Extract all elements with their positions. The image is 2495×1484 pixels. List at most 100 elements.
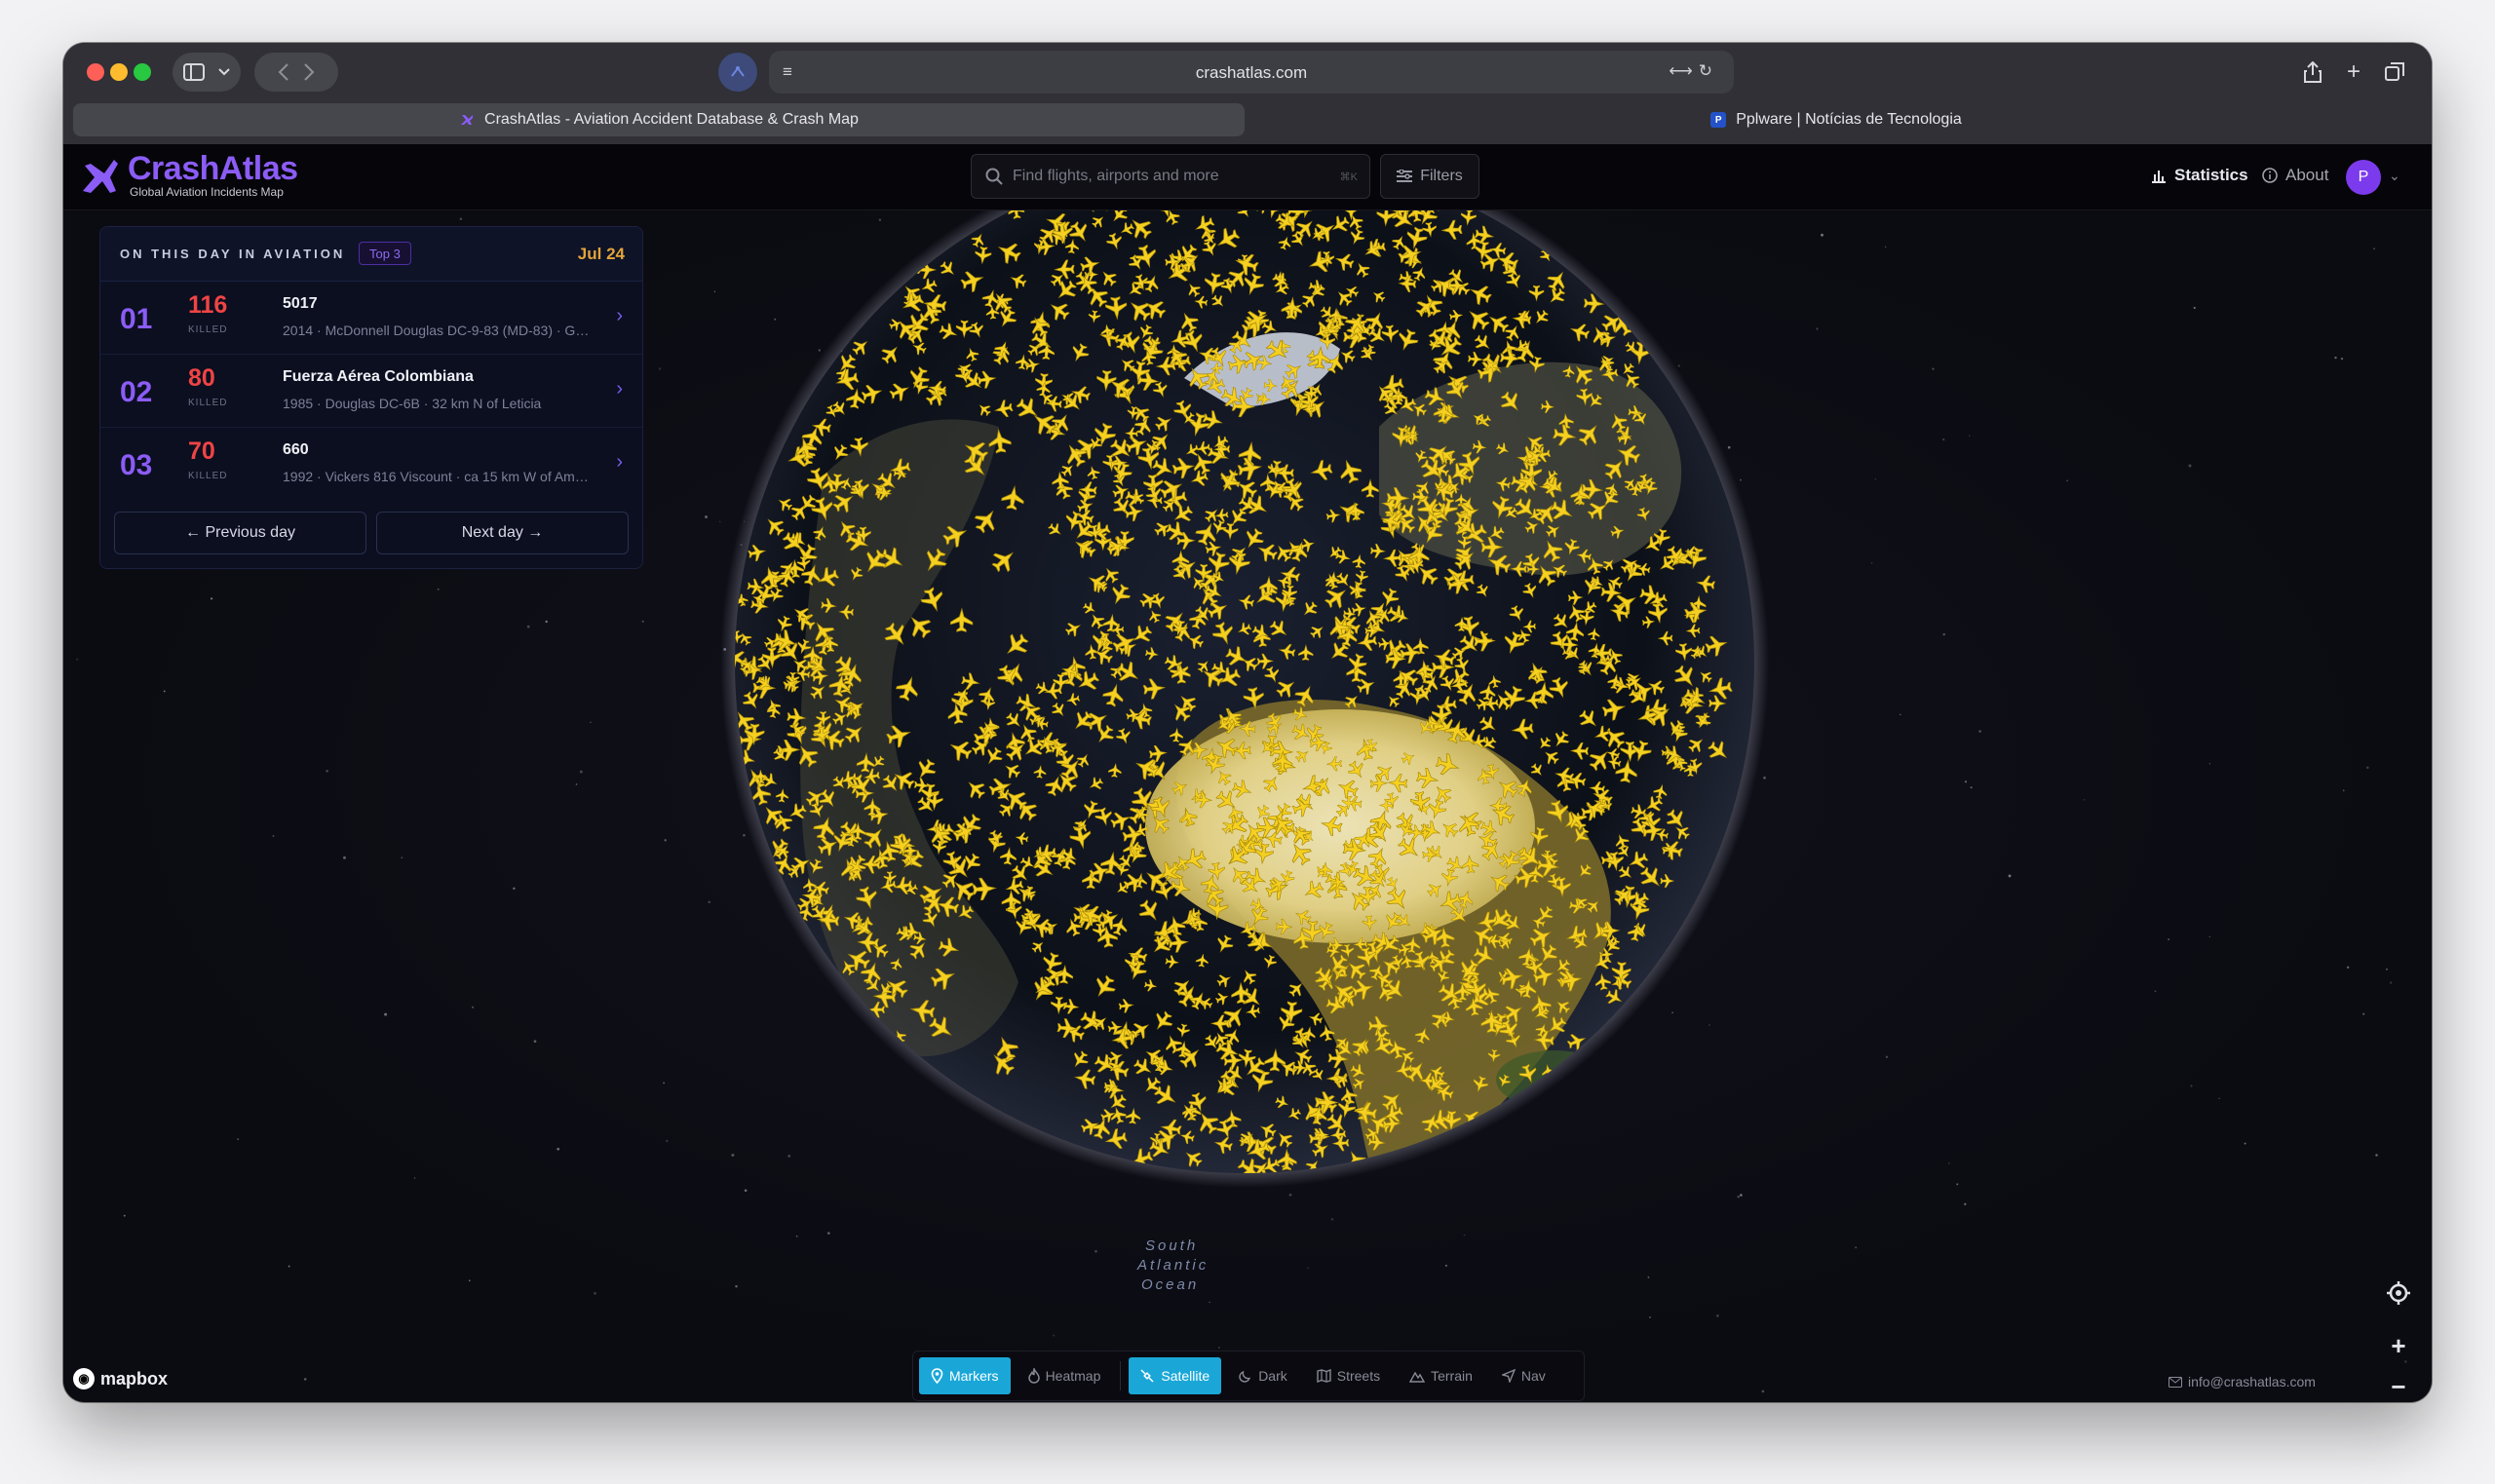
zoom-in-button[interactable]: + [2380, 1327, 2417, 1364]
satellite-label: Satellite [1161, 1368, 1210, 1384]
share-icon [2304, 61, 2322, 83]
mapbox-label: mapbox [100, 1368, 169, 1389]
crashatlas-logo[interactable]: CrashAtlas Global Aviation Incidents Map [79, 152, 298, 199]
about-label: About [2285, 166, 2329, 184]
zoom-out-button[interactable]: − [2380, 1368, 2417, 1402]
chevron-right-icon: › [616, 305, 623, 326]
navigation-arrow-icon [1501, 1369, 1516, 1383]
map-layer-bar: Markers Heatmap Satellite Dark Streets T… [912, 1351, 1585, 1401]
pplware-favicon-icon: P [1710, 112, 1727, 128]
bar-chart-icon [2152, 171, 2166, 183]
about-link[interactable]: About [2262, 166, 2328, 185]
app-header: CrashAtlas Global Aviation Incidents Map… [63, 144, 2432, 210]
user-avatar[interactable]: P [2346, 160, 2381, 195]
rank-number: 02 [120, 376, 153, 408]
accident-row[interactable]: 03 70 KILLED 660 1992 · Vickers 816 Visc… [100, 428, 642, 501]
killed-label: KILLED [188, 324, 228, 335]
filters-label: Filters [1420, 168, 1463, 184]
markers-mode-button[interactable]: Markers [919, 1357, 1011, 1394]
nav-style-button[interactable]: Nav [1490, 1357, 1557, 1394]
streets-label: Streets [1336, 1368, 1381, 1384]
zoom-window-button[interactable] [134, 63, 151, 81]
previous-day-button[interactable]: ← Previous day [114, 512, 366, 554]
address-bar[interactable]: ≡ crashatlas.com ⟷↻ [769, 51, 1734, 94]
browser-chrome: ≡ crashatlas.com ⟷↻ + CrashAtlas - Aviat… [63, 43, 2432, 144]
filters-button[interactable]: Filters [1380, 154, 1479, 199]
contact-email: info@crashatlas.com [2188, 1374, 2316, 1389]
on-this-day-header: ON THIS DAY IN AVIATION Top 3 Jul 24 [100, 227, 642, 282]
search-input[interactable]: Find flights, airports and more ⌘K [971, 154, 1370, 199]
chevron-down-icon[interactable]: ⌄ [2389, 168, 2400, 184]
nav-label: Nav [1520, 1368, 1546, 1384]
day-navigation: ← Previous day Next day → [114, 512, 629, 554]
url-text: crashatlas.com [1195, 63, 1308, 82]
contact-email-link[interactable]: info@crashatlas.com [2169, 1374, 2316, 1389]
reload-icon[interactable]: ↻ [1699, 61, 1718, 80]
dark-style-button[interactable]: Dark [1227, 1357, 1299, 1394]
map-icon [1317, 1369, 1331, 1383]
rank-number: 03 [120, 449, 153, 481]
share-button[interactable] [2293, 53, 2332, 92]
mapbox-logo-icon: ◉ [73, 1368, 95, 1389]
flight-name: 660 [283, 441, 309, 458]
rank-number: 01 [120, 303, 153, 335]
forward-arrow-icon[interactable] [303, 63, 315, 81]
markers-label: Markers [949, 1368, 999, 1384]
accident-detail: 1992 · Vickers 816 Viscount · ca 15 km W… [283, 469, 590, 484]
logo-title: CrashAtlas [128, 150, 298, 187]
chevron-right-icon: › [616, 451, 623, 473]
close-window-button[interactable] [87, 63, 104, 81]
terrain-label: Terrain [1431, 1368, 1473, 1384]
divider [1120, 1361, 1122, 1390]
geolocate-button[interactable] [2380, 1275, 2417, 1312]
search-shortcut: ⌘K [1339, 171, 1358, 183]
killed-count: 70 [188, 438, 215, 465]
top3-badge: Top 3 [359, 242, 411, 265]
minimize-window-button[interactable] [110, 63, 128, 81]
tab-overview-button[interactable] [2375, 53, 2414, 92]
accident-row[interactable]: 02 80 KILLED Fuerza Aérea Colombiana 198… [100, 355, 642, 428]
heatmap-mode-button[interactable]: Heatmap [1017, 1357, 1113, 1394]
new-tab-button[interactable]: + [2334, 53, 2373, 92]
satellite-style-button[interactable]: Satellite [1129, 1357, 1222, 1394]
extension-icon [731, 66, 745, 77]
accident-row[interactable]: 01 116 KILLED 5017 2014 · McDonnell Doug… [100, 282, 642, 355]
tab-crashatlas[interactable]: CrashAtlas - Aviation Accident Database … [73, 103, 1245, 136]
flight-name: 5017 [283, 295, 318, 312]
ocean-label: South Atlantic Ocean [1136, 1237, 1209, 1293]
terrain-style-button[interactable]: Terrain [1398, 1357, 1484, 1394]
search-placeholder: Find flights, airports and more [1013, 168, 1219, 184]
tab-title: CrashAtlas - Aviation Accident Database … [484, 111, 859, 128]
info-icon [2262, 168, 2278, 183]
sidebar-toggle-button[interactable] [173, 53, 241, 92]
extension-button[interactable] [718, 53, 757, 92]
statistics-link[interactable]: Statistics [2151, 166, 2248, 185]
plane-crash-logo-icon [83, 160, 118, 193]
flight-name: Fuerza Aérea Colombiana [283, 368, 474, 385]
plus-icon: + [2391, 1330, 2406, 1360]
on-this-day-panel: ON THIS DAY IN AVIATION Top 3 Jul 24 01 … [99, 226, 643, 569]
killed-label: KILLED [188, 471, 228, 481]
map-pin-icon [931, 1368, 943, 1384]
chevron-down-icon [218, 68, 230, 76]
accident-detail: 2014 · McDonnell Douglas DC-9-83 (MD-83)… [283, 323, 590, 338]
moon-icon [1239, 1370, 1251, 1383]
killed-count: 116 [188, 291, 228, 319]
browser-window: ≡ crashatlas.com ⟷↻ + CrashAtlas - Aviat… [63, 43, 2432, 1402]
next-day-button[interactable]: Next day → [376, 512, 629, 554]
satellite-icon [1140, 1368, 1154, 1383]
killed-count: 80 [188, 364, 215, 392]
mapbox-attribution[interactable]: ◉ mapbox [73, 1368, 168, 1389]
flame-icon [1027, 1368, 1040, 1384]
dark-label: Dark [1258, 1368, 1287, 1384]
minus-icon: − [2391, 1371, 2406, 1401]
search-icon [985, 168, 1003, 185]
sliders-icon [1397, 170, 1413, 182]
translate-icon[interactable]: ⟷ [1669, 61, 1698, 80]
crosshair-icon [2387, 1281, 2410, 1305]
statistics-label: Statistics [2174, 166, 2248, 184]
tab-title: Pplware | Notícias de Tecnologia [1736, 111, 1962, 128]
tab-pplware[interactable]: P Pplware | Notícias de Tecnologia [1250, 103, 2422, 136]
streets-style-button[interactable]: Streets [1305, 1357, 1392, 1394]
back-arrow-icon[interactable] [278, 63, 289, 81]
